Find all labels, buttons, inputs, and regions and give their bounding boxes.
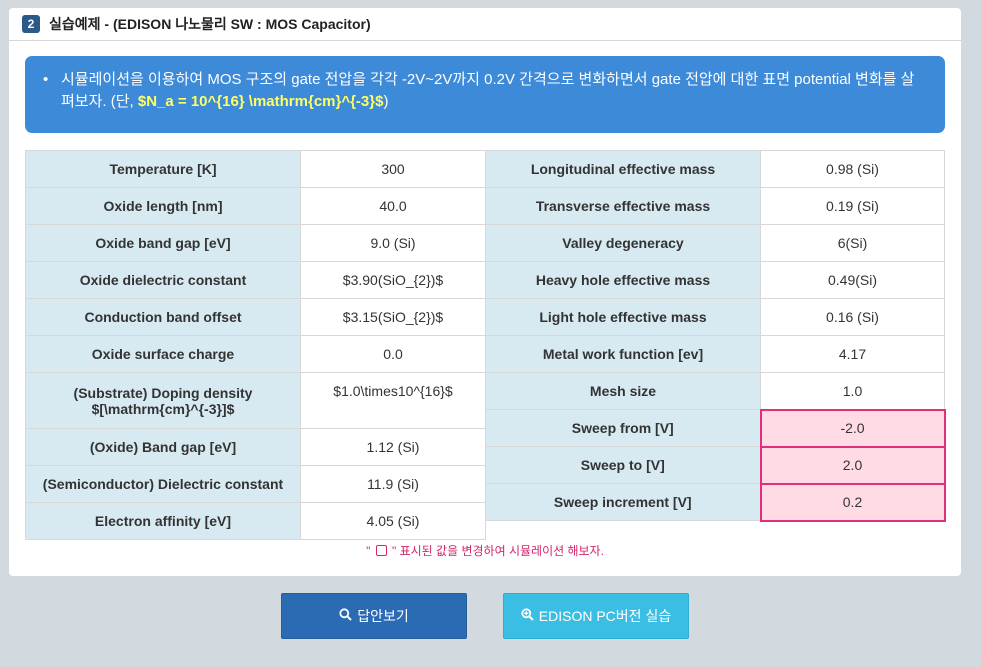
param-label: Light hole effective mass	[485, 298, 761, 336]
param-value: 300	[300, 150, 486, 188]
table-row: Heavy hole effective mass 0.49(Si)	[485, 261, 945, 299]
param-value: $1.0\times10^{16}$	[300, 372, 486, 429]
param-label: Oxide length [nm]	[25, 187, 301, 225]
param-label: Mesh size	[485, 372, 761, 410]
table-row: Temperature [K] 300	[25, 150, 486, 188]
table-row: (Substrate) Doping density $[\mathrm{cm}…	[25, 372, 486, 429]
table-row: Sweep increment [V] 0.2	[485, 482, 946, 522]
table-row: Oxide length [nm] 40.0	[25, 187, 486, 225]
param-value: 6(Si)	[760, 224, 945, 262]
table-row: Valley degeneracy 6(Si)	[485, 224, 945, 262]
table-row: Oxide band gap [eV] 9.0 (Si)	[25, 224, 486, 262]
param-value: $3.90(SiO_{2})$	[300, 261, 486, 299]
sweep-to-field[interactable]: 2.0	[759, 445, 946, 485]
param-label: Sweep increment [V]	[485, 483, 761, 521]
instruction-banner: • 시뮬레이션을 이용하여 MOS 구조의 gate 전압을 각각 -2V~2V…	[25, 56, 945, 133]
show-answer-label: 답안보기	[357, 608, 409, 624]
edison-pc-practice-button[interactable]: EDISON PC버전 실습	[503, 593, 689, 639]
table-row: Oxide surface charge 0.0	[25, 335, 486, 373]
note-quote-open: "	[366, 544, 374, 558]
param-label: Sweep from [V]	[485, 409, 761, 447]
param-label: Oxide band gap [eV]	[25, 224, 301, 262]
section-header: 2 실습예제 - (EDISON 나노물리 SW : MOS Capacitor…	[9, 8, 961, 41]
table-row: Sweep from [V] -2.0	[485, 408, 946, 448]
param-label: (Oxide) Band gap [eV]	[25, 428, 301, 466]
exercise-card: 2 실습예제 - (EDISON 나노물리 SW : MOS Capacitor…	[9, 8, 961, 576]
instruction-close: )	[383, 93, 389, 110]
show-answer-button[interactable]: 답안보기	[281, 593, 467, 639]
param-value: 0.49(Si)	[760, 261, 945, 299]
edison-pc-practice-label: EDISON PC버전 실습	[538, 608, 672, 624]
param-value: 4.05 (Si)	[300, 502, 486, 540]
param-value: 1.12 (Si)	[300, 428, 486, 466]
param-label: (Substrate) Doping density $[\mathrm{cm}…	[25, 372, 301, 429]
param-value: 0.0	[300, 335, 486, 373]
table-row: (Oxide) Band gap [eV] 1.12 (Si)	[25, 428, 486, 466]
table-row: Mesh size 1.0	[485, 372, 945, 410]
note-text: " 표시된 값을 변경하여 시뮬레이션 해보자.	[388, 544, 604, 558]
param-label: Oxide dielectric constant	[25, 261, 301, 299]
table-row: Longitudinal effective mass 0.98 (Si)	[485, 150, 945, 188]
instruction-formula: $N_a = 10^{16} \mathrm{cm}^{-3}$	[137, 93, 384, 110]
table-row: Sweep to [V] 2.0	[485, 445, 946, 485]
table-row: (Semiconductor) Dielectric constant 11.9…	[25, 465, 486, 503]
param-label: Metal work function [ev]	[485, 335, 761, 373]
param-value: 4.17	[760, 335, 945, 373]
section-number-badge: 2	[22, 15, 40, 33]
table-row: Conduction band offset $3.15(SiO_{2})$	[25, 298, 486, 336]
table-row: Oxide dielectric constant $3.90(SiO_{2})…	[25, 261, 486, 299]
table-row: Electron affinity [eV] 4.05 (Si)	[25, 502, 486, 540]
param-label: Conduction band offset	[25, 298, 301, 336]
param-label: Temperature [K]	[25, 150, 301, 188]
param-label: Transverse effective mass	[485, 187, 761, 225]
param-label: Heavy hole effective mass	[485, 261, 761, 299]
edit-hint-note: " " 표시된 값을 변경하여 시뮬레이션 해보자.	[9, 542, 961, 559]
param-value: 0.19 (Si)	[760, 187, 945, 225]
param-value: 11.9 (Si)	[300, 465, 486, 503]
param-label: Sweep to [V]	[485, 446, 761, 484]
param-value: 9.0 (Si)	[300, 224, 486, 262]
square-icon	[375, 545, 387, 556]
sweep-from-field[interactable]: -2.0	[759, 408, 946, 448]
sweep-increment-field[interactable]: 0.2	[759, 482, 946, 522]
param-value: $3.15(SiO_{2})$	[300, 298, 486, 336]
param-label: (Semiconductor) Dielectric constant	[25, 465, 301, 503]
param-value: 0.98 (Si)	[760, 150, 945, 188]
table-row: Metal work function [ev] 4.17	[485, 335, 945, 373]
param-label: Longitudinal effective mass	[485, 150, 761, 188]
zoom-in-icon	[521, 608, 539, 624]
param-label: Valley degeneracy	[485, 224, 761, 262]
table-row: Light hole effective mass 0.16 (Si)	[485, 298, 945, 336]
parameter-table-left: Temperature [K] 300 Oxide length [nm] 40…	[25, 150, 486, 540]
search-icon	[339, 608, 357, 624]
param-value: 0.16 (Si)	[760, 298, 945, 336]
param-value: 1.0	[760, 372, 945, 410]
param-label: Oxide surface charge	[25, 335, 301, 373]
section-title: 실습예제 - (EDISON 나노물리 SW : MOS Capacitor)	[49, 16, 371, 32]
parameter-table-right: Longitudinal effective mass 0.98 (Si) Tr…	[485, 150, 946, 522]
param-value: 40.0	[300, 187, 486, 225]
table-row: Transverse effective mass 0.19 (Si)	[485, 187, 945, 225]
param-label: Electron affinity [eV]	[25, 502, 301, 540]
bullet: •	[43, 71, 49, 88]
